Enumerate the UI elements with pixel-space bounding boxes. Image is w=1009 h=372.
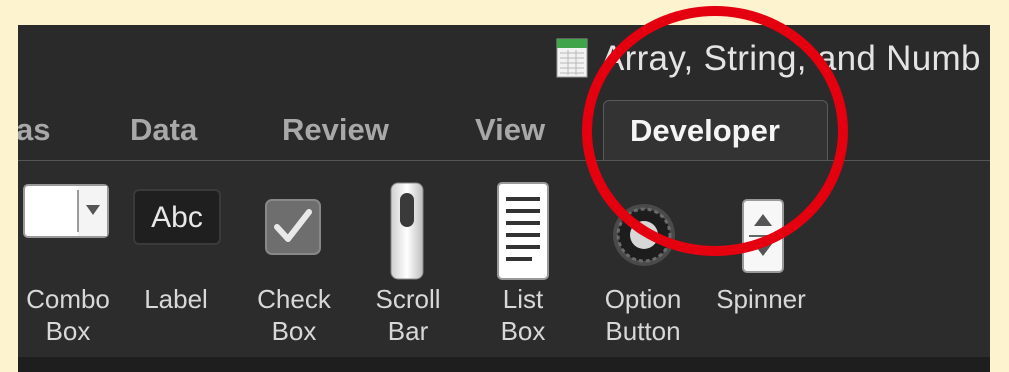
scroll-bar-icon [390,182,424,280]
option-button-control[interactable]: Option Button [588,161,698,357]
combo-box-control[interactable]: Combo Box [18,161,123,357]
list-box-label: List Box [500,284,546,346]
combo-box-label: Combo Box [26,284,110,346]
ribbon-tab-bar: as Data Review View Developer [18,100,990,161]
document-title: Array, String, and Numb [601,39,981,78]
option-button-icon [613,204,675,266]
tab-developer[interactable]: Developer [603,100,828,160]
spinner-label: Spinner [716,284,806,314]
label-icon: Abc [133,189,221,245]
label-control[interactable]: Abc Label [126,161,226,357]
tab-formulas[interactable]: as [18,112,50,148]
check-box-icon [265,199,321,255]
excel-window: Array, String, and Numb as Data Review V… [18,25,990,372]
option-button-label: Option Button [604,284,682,346]
spinner-icon [742,199,784,273]
tab-data[interactable]: Data [130,112,197,148]
tab-view[interactable]: View [475,112,545,148]
developer-ribbon: Combo Box Abc Label Check Box Scroll Bar… [18,161,990,357]
scroll-bar-label: Scroll Bar [375,284,441,346]
combo-box-icon [23,184,109,238]
spinner-control[interactable]: Spinner [701,161,821,357]
check-box-control[interactable]: Check Box [244,161,344,357]
label-icon-text: Abc [151,201,203,234]
tab-developer-label: Developer [630,113,780,148]
list-box-control[interactable]: List Box [478,161,568,357]
check-box-label: Check Box [257,284,331,346]
title-bar: Array, String, and Numb [18,25,990,100]
label-label: Label [144,284,208,314]
spreadsheet-document-icon [556,38,588,78]
tab-review[interactable]: Review [282,112,389,148]
list-box-icon [497,182,549,280]
ribbon-bottom-edge [18,357,990,372]
scroll-bar-control[interactable]: Scroll Bar [363,161,453,357]
